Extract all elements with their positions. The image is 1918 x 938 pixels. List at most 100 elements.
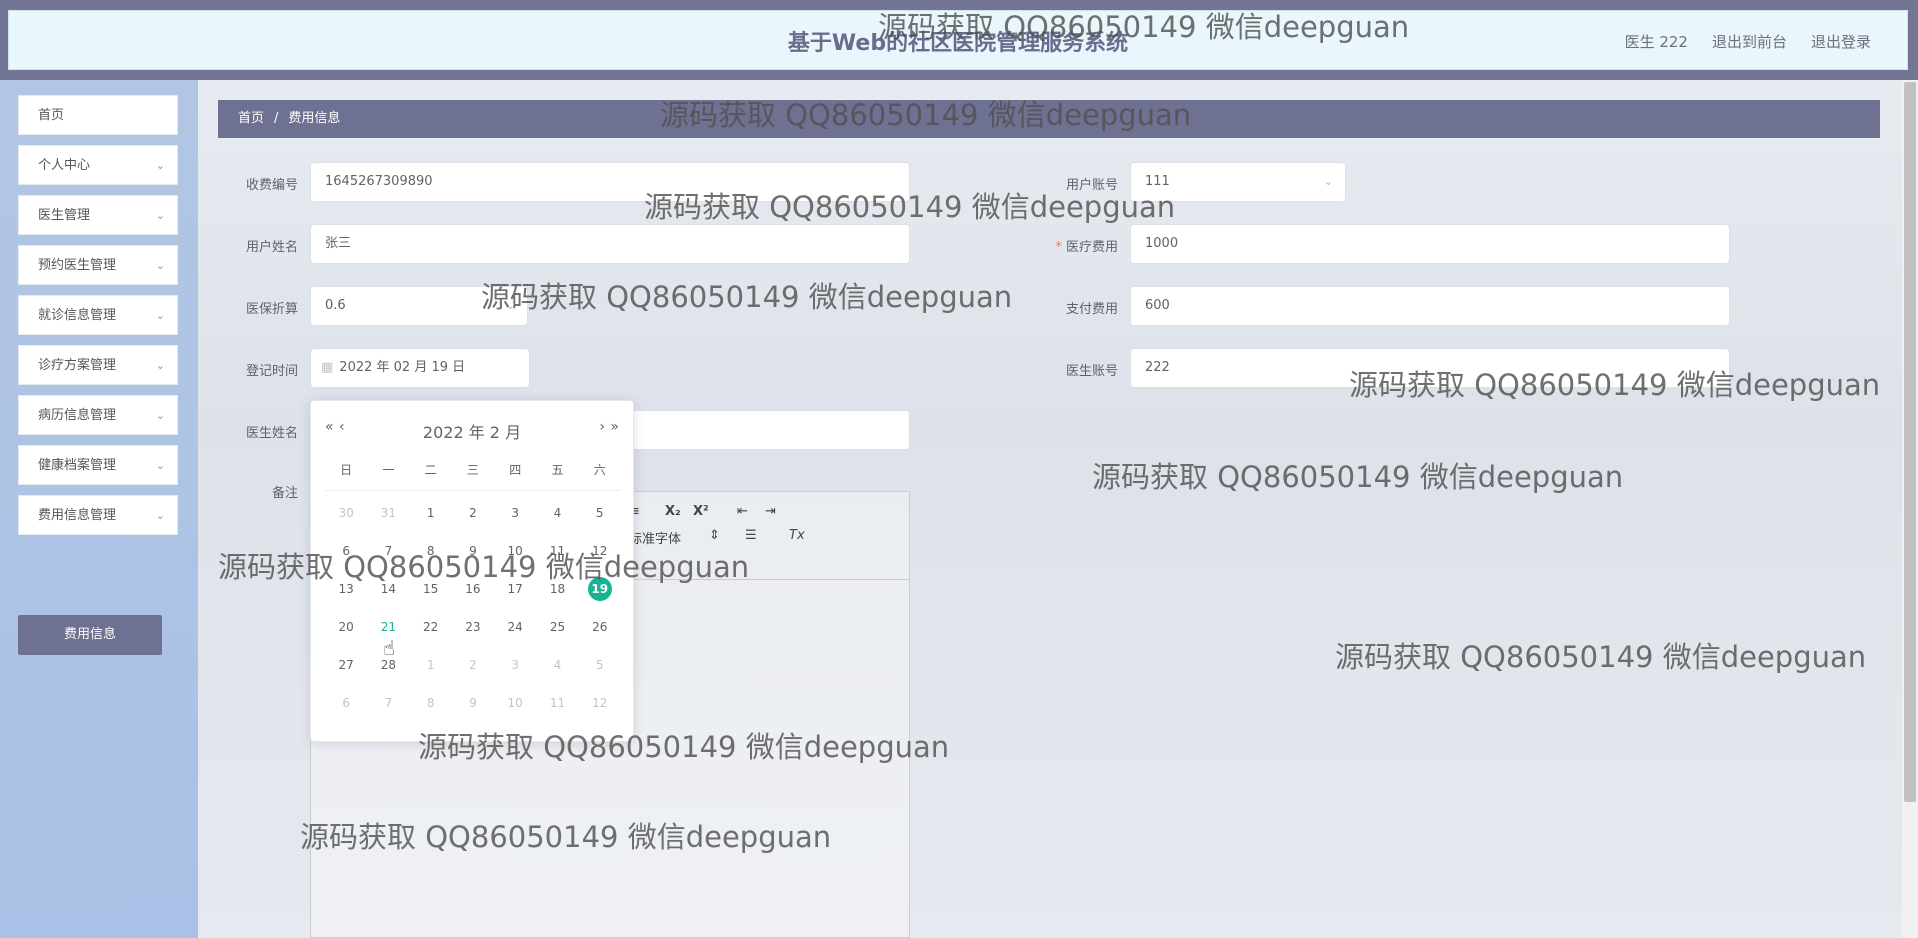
date-cell[interactable]: 22 bbox=[410, 613, 452, 651]
date-cell[interactable]: 25 bbox=[536, 613, 578, 651]
medical-fee-input[interactable]: 1000 bbox=[1130, 224, 1730, 264]
sidebar-item-appointment-management[interactable]: 预约医生管理 ⌄ bbox=[18, 245, 178, 285]
next-year-button[interactable]: » bbox=[610, 419, 619, 435]
current-user-label[interactable]: 医生 222 bbox=[1625, 31, 1688, 52]
date-cell-label: 12 bbox=[592, 544, 608, 558]
date-cell[interactable]: 12 bbox=[579, 689, 621, 727]
user-account-label: 用户账号 bbox=[1065, 178, 1118, 193]
date-cell[interactable]: 2 bbox=[452, 651, 494, 689]
sidebar-item-label: 首页 bbox=[38, 108, 65, 123]
date-cell[interactable]: 9 bbox=[452, 537, 494, 575]
date-cell[interactable]: 14 bbox=[367, 575, 409, 613]
date-cell-label: 19 bbox=[587, 577, 612, 601]
date-cell[interactable]: 26 bbox=[579, 613, 621, 651]
scrollbar-thumb[interactable] bbox=[1904, 82, 1916, 802]
date-cell-label: 31 bbox=[380, 506, 397, 520]
insurance-discount-select[interactable]: 0.6 ⌄ bbox=[310, 286, 528, 326]
breadcrumb-current: 费用信息 bbox=[288, 111, 341, 126]
indent-icon[interactable]: ⇥ bbox=[765, 504, 776, 519]
date-cell[interactable]: 5 bbox=[579, 499, 621, 537]
sidebar-item-visit-management[interactable]: 就诊信息管理 ⌄ bbox=[18, 295, 178, 335]
sidebar: 首页 个人中心 ⌄ 医生管理 ⌄ 预约医生管理 ⌄ 就诊信息管理 ⌄ 诊疗方案管理 ⌄ 病… bbox=[0, 80, 198, 938]
user-account-value: 111 bbox=[1145, 174, 1170, 189]
date-cell[interactable]: 12 bbox=[579, 537, 621, 575]
date-cell[interactable]: 24 bbox=[494, 613, 536, 651]
sidebar-item-doctor-management[interactable]: 医生管理 ⌄ bbox=[18, 195, 178, 235]
date-cell[interactable]: 4 bbox=[536, 499, 578, 537]
date-cell[interactable]: 11 bbox=[536, 689, 578, 727]
date-cell[interactable]: 17 bbox=[494, 575, 536, 613]
date-cell[interactable]: 6 bbox=[325, 537, 367, 575]
subscript-icon[interactable]: X₂ bbox=[665, 504, 681, 519]
date-cell[interactable]: 9 bbox=[452, 689, 494, 727]
date-cell[interactable]: 3 bbox=[494, 499, 536, 537]
date-cell[interactable]: 7 bbox=[367, 537, 409, 575]
register-time-input[interactable]: ▦ 2022 年 02 月 19 日 bbox=[310, 348, 530, 388]
back-to-frontend-link[interactable]: 退出到前台 bbox=[1712, 31, 1787, 52]
date-cell-label: 14 bbox=[380, 582, 397, 596]
next-month-button[interactable]: › bbox=[599, 419, 605, 435]
date-cell-label: 11 bbox=[549, 544, 566, 558]
top-bar: 基于Web的社区医院管理服务系统 医生 222 退出到前台 退出登录 bbox=[0, 0, 1918, 80]
outdent-icon[interactable]: ⇤ bbox=[737, 504, 748, 519]
sidebar-item-treatment-plan-management[interactable]: 诊疗方案管理 ⌄ bbox=[18, 345, 178, 385]
date-cell[interactable]: 13 bbox=[325, 575, 367, 613]
breadcrumb: 首页 / 费用信息 bbox=[218, 100, 1880, 138]
sidebar-item-medical-record-management[interactable]: 病历信息管理 ⌄ bbox=[18, 395, 178, 435]
charge-no-input[interactable]: 1645267309890 bbox=[310, 162, 910, 202]
weekday-label: 三 bbox=[466, 463, 479, 477]
date-cell[interactable]: 1 bbox=[410, 499, 452, 537]
date-grid-row: 6 7 8 9 10 11 12 bbox=[325, 689, 621, 727]
user-account-select[interactable]: 111 ⌄ bbox=[1130, 162, 1346, 202]
date-cell[interactable]: 20 bbox=[325, 613, 367, 651]
breadcrumb-separator: / bbox=[274, 111, 279, 126]
register-time-label: 登记时间 bbox=[245, 364, 298, 379]
date-cell[interactable]: 4 bbox=[536, 651, 578, 689]
date-cell[interactable]: 27 bbox=[325, 651, 367, 689]
sidebar-subitem-fee-info[interactable]: 费用信息 bbox=[18, 615, 162, 655]
date-cell[interactable]: 31 bbox=[367, 499, 409, 537]
date-cell[interactable]: 15 bbox=[410, 575, 452, 613]
watermark-text: 源码获取 QQ86050149 微信deepguan bbox=[481, 280, 1013, 314]
date-cell-label: 6 bbox=[342, 544, 350, 558]
superscript-icon[interactable]: X² bbox=[693, 504, 709, 519]
date-cell[interactable]: 10 bbox=[494, 689, 536, 727]
logout-link[interactable]: 退出登录 bbox=[1811, 31, 1871, 52]
breadcrumb-home[interactable]: 首页 bbox=[238, 111, 264, 126]
font-family-select[interactable]: 标准字体 bbox=[629, 528, 681, 547]
medical-fee-label-text: 医疗费用 bbox=[1065, 240, 1118, 255]
date-cell-label: 13 bbox=[338, 582, 354, 596]
date-cell[interactable]: 16 bbox=[452, 575, 494, 613]
date-cell[interactable]: 10 bbox=[494, 537, 536, 575]
date-cell[interactable]: 6 bbox=[325, 689, 367, 727]
sidebar-item-health-archive-management[interactable]: 健康档案管理 ⌄ bbox=[18, 445, 178, 485]
doctor-name-label: 医生姓名 bbox=[245, 426, 298, 441]
clear-format-icon[interactable]: Tx bbox=[789, 528, 805, 543]
date-cell[interactable]: 8 bbox=[410, 689, 452, 727]
doctor-account-input[interactable]: 222 bbox=[1130, 348, 1730, 388]
payment-fee-input[interactable]: 600 bbox=[1130, 286, 1730, 326]
sidebar-item-personal-center[interactable]: 个人中心 ⌄ bbox=[18, 145, 178, 185]
align-icon[interactable]: ☰ bbox=[745, 528, 757, 543]
date-cell[interactable]: 5 bbox=[579, 651, 621, 689]
date-cell-selected[interactable]: 19 bbox=[579, 575, 621, 613]
sidebar-item-fee-management[interactable]: 费用信息管理 ⌄ bbox=[18, 495, 178, 535]
date-cell-label: 22 bbox=[423, 620, 439, 634]
date-cell[interactable]: 8 bbox=[410, 537, 452, 575]
date-cell[interactable]: 3 bbox=[494, 651, 536, 689]
font-family-arrows-icon[interactable]: ⇕ bbox=[709, 528, 720, 543]
date-cell[interactable]: 1 bbox=[410, 651, 452, 689]
date-cell[interactable]: 30 bbox=[325, 499, 367, 537]
weekday-label: 六 bbox=[593, 463, 606, 477]
sidebar-item-label: 个人中心 bbox=[38, 158, 91, 173]
date-cell[interactable]: 7 bbox=[367, 689, 409, 727]
chevron-down-icon: ⌄ bbox=[155, 209, 165, 222]
date-cell[interactable]: 2 bbox=[452, 499, 494, 537]
sidebar-item-label: 病历信息管理 bbox=[38, 408, 117, 423]
user-name-input[interactable]: 张三 bbox=[310, 224, 910, 264]
date-cell[interactable]: 11 bbox=[536, 537, 578, 575]
sidebar-item-home[interactable]: 首页 bbox=[18, 95, 178, 135]
date-cell[interactable]: 18 bbox=[536, 575, 578, 613]
date-cell-label: 4 bbox=[553, 658, 562, 672]
date-cell[interactable]: 23 bbox=[452, 613, 494, 651]
